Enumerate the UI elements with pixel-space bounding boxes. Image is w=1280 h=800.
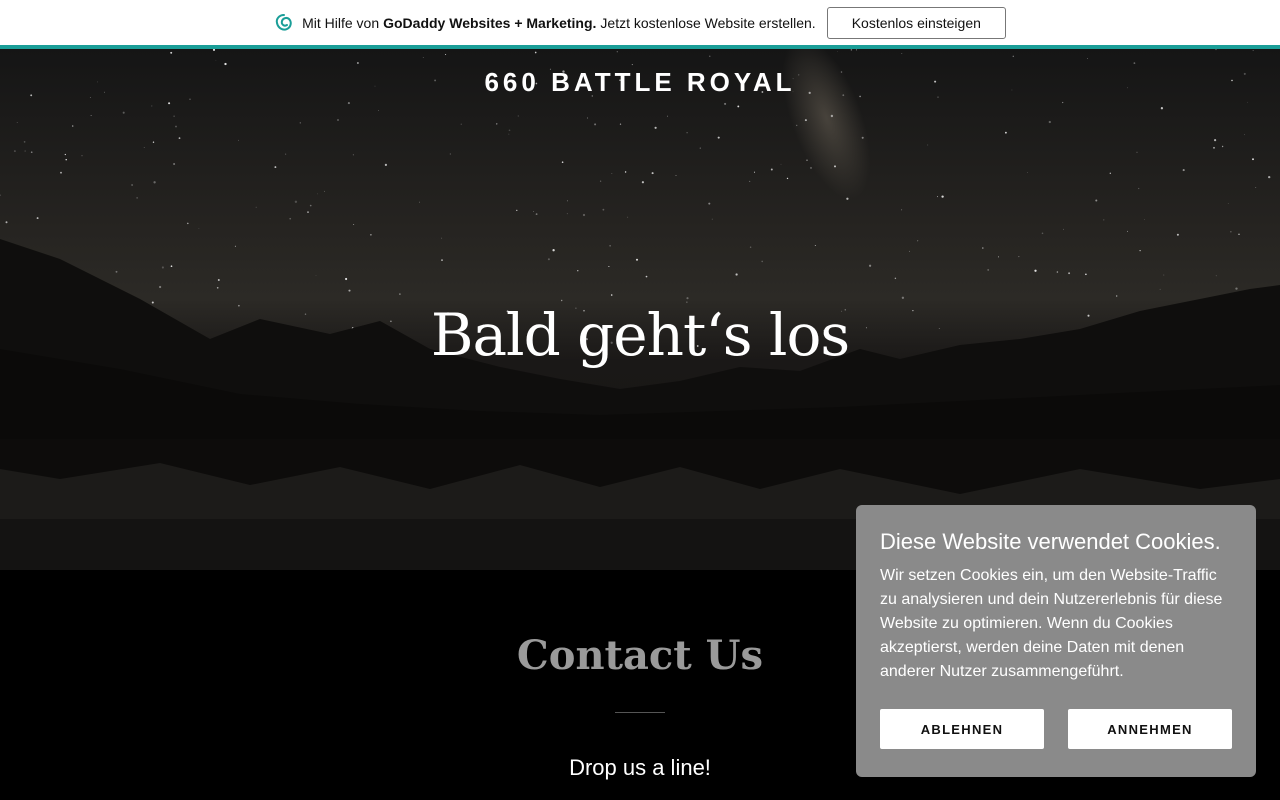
hero-section: 660 BATTLE ROYAL Bald geht‘s los <box>0 49 1280 570</box>
cookie-body-line: Wir setzen Cookies ein, um den Website-T… <box>880 567 1217 584</box>
get-started-free-button[interactable]: Kostenlos einsteigen <box>826 6 1006 39</box>
decline-cookies-button[interactable]: ABLEHNEN <box>880 709 1044 749</box>
cookie-title: Diese Website verwendet Cookies. <box>880 529 1221 554</box>
promo-brand: GoDaddy Websites + Marketing. <box>383 14 597 31</box>
hero-headline: Bald geht‘s los <box>430 301 850 369</box>
cookie-body-line: anderer Nutzer zusammengeführt. <box>880 663 1124 680</box>
promo-prefix: Mit Hilfe von <box>302 14 380 31</box>
cookie-body: Wir setzen Cookies ein, um den Website-T… <box>880 564 1232 684</box>
cookie-body-line: akzeptierst, werden deine Daten mit dene… <box>880 639 1185 656</box>
accept-cookies-button[interactable]: ANNEHMEN <box>1068 709 1232 749</box>
godaddy-logo-icon <box>274 13 294 33</box>
cookie-body-line: Website zu optimieren. Wenn du Cookies <box>880 615 1173 632</box>
cookie-consent-dialog: Diese Website verwendet Cookies. Wir set… <box>856 505 1256 777</box>
site-title: 660 BATTLE ROYAL <box>484 67 796 97</box>
godaddy-promo-bar: Mit Hilfe von GoDaddy Websites + Marketi… <box>0 0 1280 45</box>
cookie-buttons: ABLEHNEN ANNEHMEN <box>880 709 1232 749</box>
promo-text: Mit Hilfe von GoDaddy Websites + Marketi… <box>302 15 816 31</box>
contact-divider <box>615 712 665 713</box>
promo-suffix: Jetzt kostenlose Website erstellen. <box>600 14 816 31</box>
cookie-body-line: zu analysieren und dein Nutzererlebnis f… <box>880 591 1223 608</box>
